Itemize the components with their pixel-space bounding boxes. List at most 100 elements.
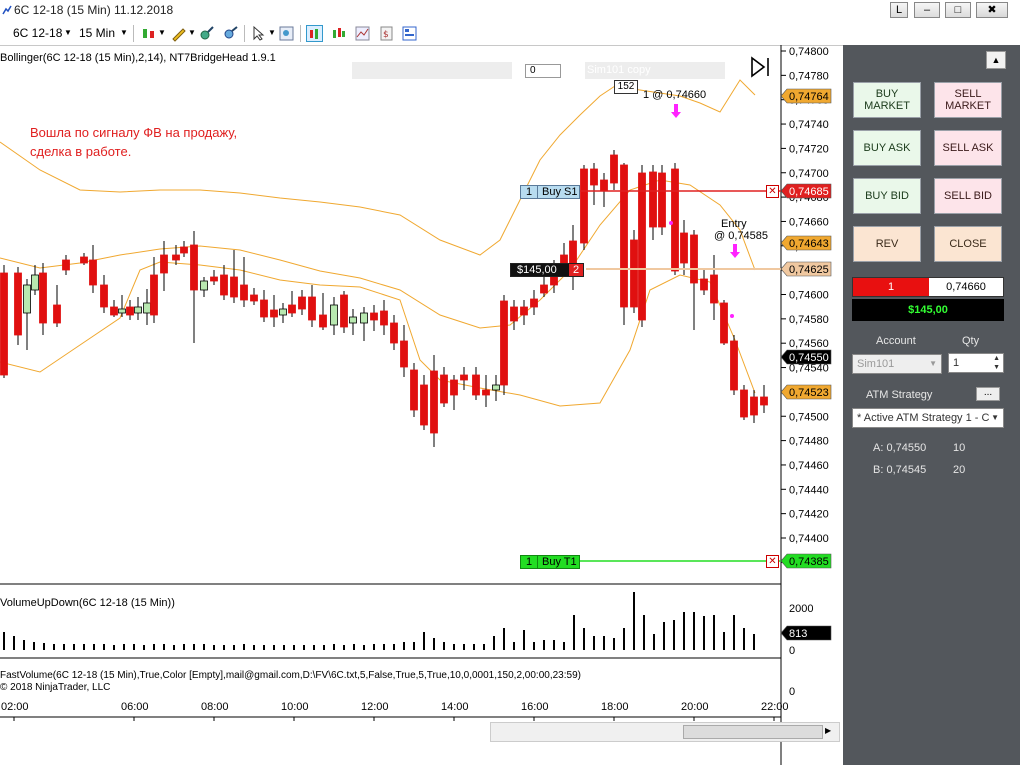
entry-label: Entry [721,218,747,230]
account-select[interactable]: Sim101 ▼ [852,354,942,374]
upper-band-price-tag: 0,74764 [789,91,829,103]
price-tick-label: 0,74660 [789,216,829,228]
candle-down [671,168,679,272]
candle-down [172,254,180,261]
volume-tick-label: 0 [789,645,795,657]
candle-down [690,234,698,284]
atm-dropdown-icon[interactable]: ▼ [991,413,999,422]
strategy-icon[interactable] [330,25,347,42]
candle-up [134,306,142,314]
candle-down [53,304,61,324]
qty-stepper[interactable]: 1 ▲ ▼ [948,353,1004,373]
buy-ask-button[interactable]: BUY ASK [853,130,921,166]
pointer-icon[interactable] [250,25,267,42]
template-icon[interactable]: $ [378,25,395,42]
candle-down [730,340,738,391]
chart-window-icon [2,5,12,15]
execution-dot [669,221,673,225]
atm-properties-button[interactable]: ... [976,387,1000,401]
candle-down [710,274,718,304]
title-bar: 6C 12-18 (15 Min) 11.12.2018 L – □ ✖ [0,0,1020,23]
entry-price-label: @ 0,74585 [714,230,768,242]
candle-up [31,274,39,291]
instrument-selector[interactable]: 6C 12-18 [13,26,62,40]
candle-down [298,296,306,310]
annotation-text-line1: Вошла по сигналу ФВ на продажу, [30,125,238,140]
price-tick-label: 0,74700 [789,168,829,180]
panel-scroll-up-icon[interactable]: ▲ [986,51,1006,69]
toolbar-separator [244,25,245,42]
pnl-display: $145,00 [852,299,1004,321]
properties-icon[interactable] [278,25,295,42]
interval-selector[interactable]: 15 Min [79,26,115,40]
zoom-icon[interactable] [222,25,239,42]
scrollbar-thumb[interactable] [683,725,823,739]
annotation-text-line2: сделка в работе. [30,144,132,159]
indicators-icon[interactable] [354,25,371,42]
account-info-bar [352,62,512,79]
buy-target-label: Buy T1 [542,556,577,568]
candle-down [240,284,248,301]
crosshair-icon[interactable] [198,25,215,42]
time-tick-label: 08:00 [201,701,229,713]
price-tick-label: 0,74460 [789,460,829,472]
volume-tick-label: 2000 [789,603,813,615]
buy-bid-button[interactable]: BUY BID [853,178,921,214]
lower-band-price-tag: 0,74523 [789,387,829,399]
candle-down [0,272,8,376]
sell-bid-button[interactable]: SELL BID [934,178,1002,214]
minimize-button[interactable]: – [914,2,940,18]
target-price-tag: 0,74385 [789,556,829,568]
qty-spin-icon[interactable]: ▲ ▼ [993,354,1000,372]
candle-down [39,272,47,324]
cancel-target-order-icon[interactable]: ✕ [766,555,779,568]
instrument-dropdown-icon[interactable]: ▼ [64,28,72,37]
bar-type-icon[interactable] [140,25,157,42]
candle-down [220,274,228,296]
reverse-button[interactable]: REV [853,226,921,262]
account-select-value: Sim101 [857,358,895,370]
cancel-stop-order-icon[interactable]: ✕ [766,185,779,198]
pointer-dropdown-icon[interactable]: ▼ [268,28,276,37]
candle-down [580,168,588,244]
candle-down [649,171,657,228]
maximize-button[interactable]: □ [945,2,971,18]
chart-trader-icon[interactable] [306,25,323,42]
link-button[interactable]: L [890,2,908,18]
bar-type-dropdown-icon[interactable]: ▼ [158,28,166,37]
chart-scroll-end-icon[interactable] [750,56,774,78]
close-position-button[interactable]: CLOSE [934,226,1002,262]
candle-down [760,396,768,406]
buy-stop-order-tag[interactable]: 1 Buy S1 [520,185,580,199]
position-tag[interactable]: $145,00 2 [510,263,584,277]
time-tick-label: 06:00 [121,701,149,713]
scroll-right-icon[interactable]: ▶ [825,726,831,735]
interval-dropdown-icon[interactable]: ▼ [120,28,128,37]
candle-down [180,246,188,254]
time-tick-label: 14:00 [441,701,469,713]
drawing-dropdown-icon[interactable]: ▼ [188,28,196,37]
bid-qty-label: 20 [953,464,966,476]
qty-value: 1 [953,357,960,369]
atm-strategy-select[interactable]: * Active ATM Strategy 1 - C ▼ [852,408,1004,428]
middle-band-price-tag: 0,74643 [789,238,829,250]
execution-arrow-icon [730,244,740,258]
candle-up [23,284,31,314]
sell-market-button[interactable]: SELL MARKET [934,82,1002,118]
close-button[interactable]: ✖ [976,2,1008,18]
account-dropdown-icon[interactable]: ▼ [929,359,937,368]
candle-up [360,312,368,324]
drawing-pencil-icon[interactable] [170,25,187,42]
buy-target-order-tag[interactable]: 1 Buy T1 [520,555,580,569]
candle-down [750,396,758,416]
buy-market-button[interactable]: BUY MARKET [853,82,921,118]
candle-down [720,302,728,344]
price-tick-label: 0,74440 [789,484,829,496]
time-tick-label: 16:00 [521,701,549,713]
candle-down [460,374,468,381]
toolbar: 6C 12-18 ▼ 15 Min ▼ ▼ ▼ ▼ $ [0,22,1020,46]
candle-down [319,314,327,328]
horizontal-scrollbar[interactable]: ▶ [490,722,840,742]
sell-ask-button[interactable]: SELL ASK [934,130,1002,166]
data-box-icon[interactable] [401,25,418,42]
